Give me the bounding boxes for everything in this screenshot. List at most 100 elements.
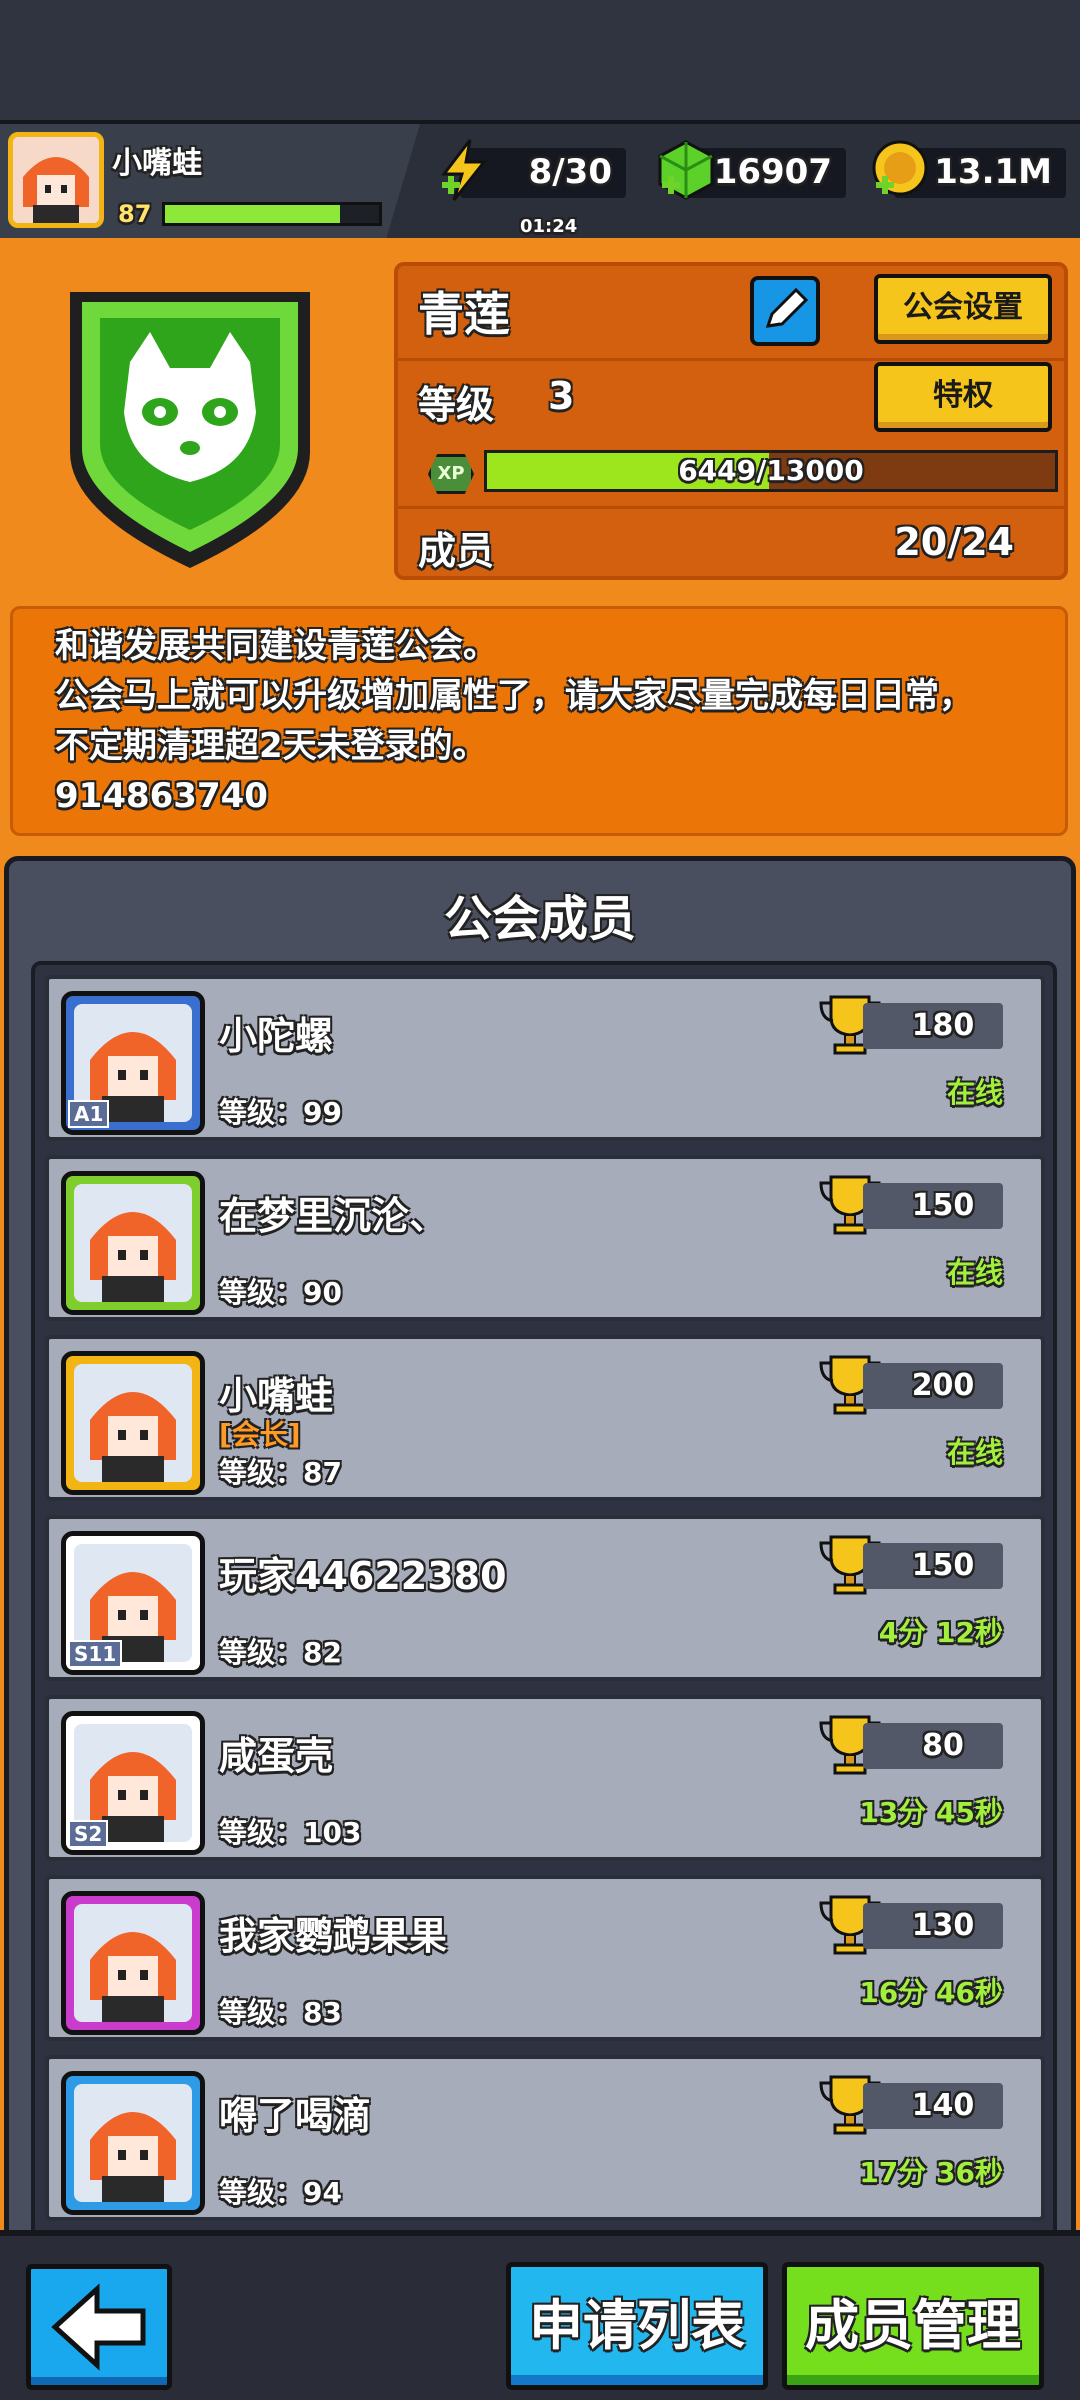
trophy-count: 180	[863, 1003, 1003, 1049]
guild-level-label: 等级	[418, 383, 495, 427]
energy-value: 8/30	[528, 152, 612, 192]
member-status: 在线	[946, 1436, 1003, 1469]
member-level: 等级：82	[219, 1636, 342, 1669]
member-name: 嘚了喝滴	[219, 2094, 372, 2138]
members-label: 成员	[418, 529, 495, 573]
member-role: [会长]	[219, 1418, 301, 1451]
coins-counter[interactable]: 13.1M	[872, 140, 1066, 198]
member-name: 小陀螺	[219, 1014, 334, 1058]
members-panel-title: 公会成员	[443, 891, 636, 947]
player-avatar[interactable]	[8, 132, 104, 228]
player-name: 小嘴蛙	[112, 146, 202, 181]
member-status: 在线	[946, 1256, 1003, 1289]
member-name: 小嘴蛙	[219, 1374, 334, 1418]
guild-members-panel: 公会成员 A1 小陀螺 等级：99 180 在线 在梦里沉沦、 等级：90 150 在线 小嘴蛙[…	[4, 856, 1076, 2236]
coin-icon	[872, 140, 928, 196]
manage-members-button[interactable]: 成员管理	[782, 2262, 1044, 2390]
member-avatar[interactable]: A1	[61, 991, 205, 1135]
member-avatar[interactable]	[61, 2071, 205, 2215]
character-portrait-icon	[74, 2084, 192, 2202]
member-level: 等级：83	[219, 1996, 342, 2029]
member-avatar[interactable]	[61, 1891, 205, 2035]
announcement-line: 公会马上就可以升级增加属性了，请大家尽量完成每日日常，	[55, 676, 973, 716]
member-status: 16分 46秒	[859, 1976, 1003, 2009]
guild-settings-button[interactable]: 公会设置	[874, 274, 1052, 344]
lightning-icon	[440, 139, 488, 201]
member-level: 等级：90	[219, 1276, 342, 1309]
character-portrait-icon	[74, 1904, 192, 2022]
member-level: 等级：103	[219, 1816, 362, 1849]
top-bar: 小嘴蛙 87 8/30 01:24 16907 13.1M	[0, 120, 1080, 238]
coins-value: 13.1M	[934, 152, 1052, 192]
trophy-value: 150	[911, 1188, 975, 1223]
guild-xp-text: 6449/13000	[678, 454, 864, 487]
member-status: 13分 45秒	[859, 1796, 1003, 1829]
status-bar-area	[0, 0, 1080, 120]
member-row[interactable]: S2 咸蛋壳等级：103 80 13分 45秒	[45, 1695, 1045, 1861]
guild-info-panel: 青莲 公会设置 等级 3 特权 XP 6449/13000 成员 20/24	[394, 262, 1068, 580]
energy-timer: 01:24	[520, 216, 578, 237]
member-status: 17分 36秒	[859, 2156, 1003, 2189]
announcement-line: 和谐发展共同建设青莲公会。	[55, 626, 497, 666]
server-tag: S11	[68, 1640, 123, 1668]
member-avatar[interactable]: S2	[61, 1711, 205, 1855]
member-name: 玩家44622380	[219, 1554, 507, 1598]
apply-list-button[interactable]: 申请列表	[506, 2262, 768, 2390]
member-level: 等级：94	[219, 2176, 342, 2209]
player-profile[interactable]: 小嘴蛙 87	[0, 124, 420, 238]
trophy-count: 150	[863, 1183, 1003, 1229]
gem-icon	[658, 140, 714, 200]
character-portrait-icon	[74, 1364, 192, 1482]
player-xp-bar	[162, 202, 382, 226]
member-status: 在线	[946, 1076, 1003, 1109]
trophy-value: 200	[911, 1368, 975, 1403]
back-arrow-icon	[51, 2283, 146, 2371]
energy-counter[interactable]: 8/30 01:24	[440, 139, 626, 237]
member-status: 4分 12秒	[878, 1616, 1003, 1649]
member-row[interactable]: 嘚了喝滴等级：94 140 17分 36秒	[45, 2055, 1045, 2221]
server-tag: S2	[68, 1820, 109, 1848]
player-level: 87	[118, 200, 152, 228]
trophy-value: 80	[922, 1728, 964, 1763]
trophy-value: 150	[911, 1548, 975, 1583]
trophy-count: 150	[863, 1543, 1003, 1589]
xp-icon: XP	[428, 454, 474, 494]
announcement-line: 914863740	[55, 776, 268, 816]
trophy-value: 140	[911, 2088, 975, 2123]
divider	[398, 506, 1064, 509]
character-portrait-icon	[74, 1184, 192, 1302]
member-name: 我家鹦鹉果果	[219, 1914, 448, 1958]
member-avatar[interactable]	[61, 1171, 205, 1315]
member-row[interactable]: S11 玩家44622380 等级：82 150 4分 12秒	[45, 1515, 1045, 1681]
guild-xp-bar: 6449/13000	[484, 450, 1058, 492]
gems-counter[interactable]: 16907	[658, 140, 846, 200]
divider	[398, 358, 1064, 361]
guild-level-value: 3	[548, 374, 575, 418]
member-name: 在梦里沉沦、	[219, 1194, 448, 1238]
member-level: 等级：99	[219, 1096, 342, 1129]
member-name: 咸蛋壳	[219, 1734, 334, 1778]
guild-name: 青莲	[418, 287, 510, 341]
server-tag: A1	[68, 1100, 110, 1128]
guild-badge-raccoon-icon[interactable]	[50, 272, 330, 572]
pencil-icon	[765, 287, 809, 328]
member-avatar[interactable]: S11	[61, 1531, 205, 1675]
privilege-button[interactable]: 特权	[874, 362, 1052, 432]
gems-value: 16907	[713, 152, 832, 192]
member-row[interactable]: 我家鹦鹉果果等级：83 130 16分 46秒	[45, 1875, 1045, 2041]
bottom-bar: 申请列表 成员管理	[0, 2230, 1080, 2400]
member-row[interactable]: 小嘴蛙 [会长] 等级：87 200 在线	[45, 1335, 1045, 1501]
trophy-count: 200	[863, 1363, 1003, 1409]
player-avatar-icon	[13, 137, 99, 223]
member-row[interactable]: A1 小陀螺等级：99 180 在线	[45, 975, 1045, 1141]
edit-guild-button[interactable]	[750, 276, 820, 346]
members-count: 20/24	[894, 520, 1014, 564]
guild-announcement[interactable]: 和谐发展共同建设青莲公会。 公会马上就可以升级增加属性了，请大家尽量完成每日日常…	[10, 606, 1068, 836]
members-list[interactable]: A1 小陀螺 等级：99 180 在线 在梦里沉沦、 等级：90 150 在线 小嘴蛙 [会长] 等级…	[31, 961, 1057, 2231]
trophy-value: 180	[911, 1008, 975, 1043]
member-row[interactable]: 在梦里沉沦、等级：90 150 在线	[45, 1155, 1045, 1321]
back-button[interactable]	[26, 2264, 172, 2390]
trophy-value: 130	[911, 1908, 975, 1943]
member-avatar[interactable]	[61, 1351, 205, 1495]
announcement-line: 不定期清理超2天未登录的。	[55, 726, 487, 766]
